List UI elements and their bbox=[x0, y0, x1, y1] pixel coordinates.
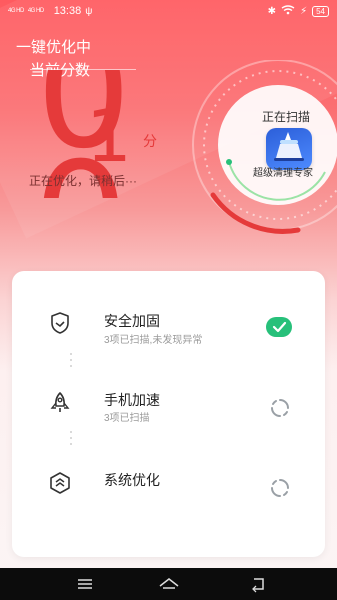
task-subtitle: 3项已扫描 bbox=[104, 413, 150, 424]
signal-indicator-2: 4G HD bbox=[27, 8, 44, 14]
rocket-icon bbox=[47, 390, 73, 416]
optimizing-status: 正在优化，请稍后··· bbox=[29, 174, 137, 188]
task-title: 手机加速 bbox=[104, 392, 160, 408]
system-navigation-bar bbox=[0, 568, 337, 600]
loading-spinner-icon bbox=[269, 397, 291, 419]
scan-label: 正在扫描 bbox=[262, 110, 311, 124]
optimizing-title: 一键优化中 bbox=[16, 39, 92, 56]
charging-icon: ⚡ bbox=[300, 5, 308, 17]
progress-connector bbox=[70, 353, 72, 371]
title-divider bbox=[30, 69, 136, 70]
menu-button[interactable] bbox=[75, 574, 95, 594]
optimize-icon bbox=[47, 470, 73, 496]
clock: 13:38 bbox=[53, 5, 82, 17]
signal-indicator-1: 4G HD bbox=[8, 8, 24, 14]
scan-gauge bbox=[192, 60, 337, 234]
task-title: 系统优化 bbox=[104, 472, 160, 488]
bluetooth-icon: ✱ bbox=[267, 5, 277, 17]
battery-indicator: 54 bbox=[312, 5, 329, 17]
progress-connector bbox=[70, 431, 72, 449]
task-title: 安全加固 bbox=[104, 313, 160, 329]
wifi-icon bbox=[281, 4, 295, 18]
loading-spinner-icon bbox=[269, 477, 291, 499]
app-name: 超级清理专家 bbox=[253, 168, 313, 179]
optimization-task-card: 安全加固 3项已扫描,未发现异常 手机加速 3项已扫描 系统优化 bbox=[12, 271, 325, 557]
shield-icon bbox=[47, 310, 73, 336]
usb-icon: ψ bbox=[85, 5, 93, 17]
home-button[interactable] bbox=[158, 574, 179, 594]
score-unit: 分 bbox=[143, 133, 157, 149]
task-subtitle: 3项已扫描,未发现异常 bbox=[104, 335, 203, 346]
check-icon bbox=[266, 317, 292, 337]
status-bar: 4G HD 4G HD 13:38 ψ ✱ ⚡ 54 bbox=[0, 0, 337, 22]
back-button[interactable] bbox=[248, 574, 268, 594]
